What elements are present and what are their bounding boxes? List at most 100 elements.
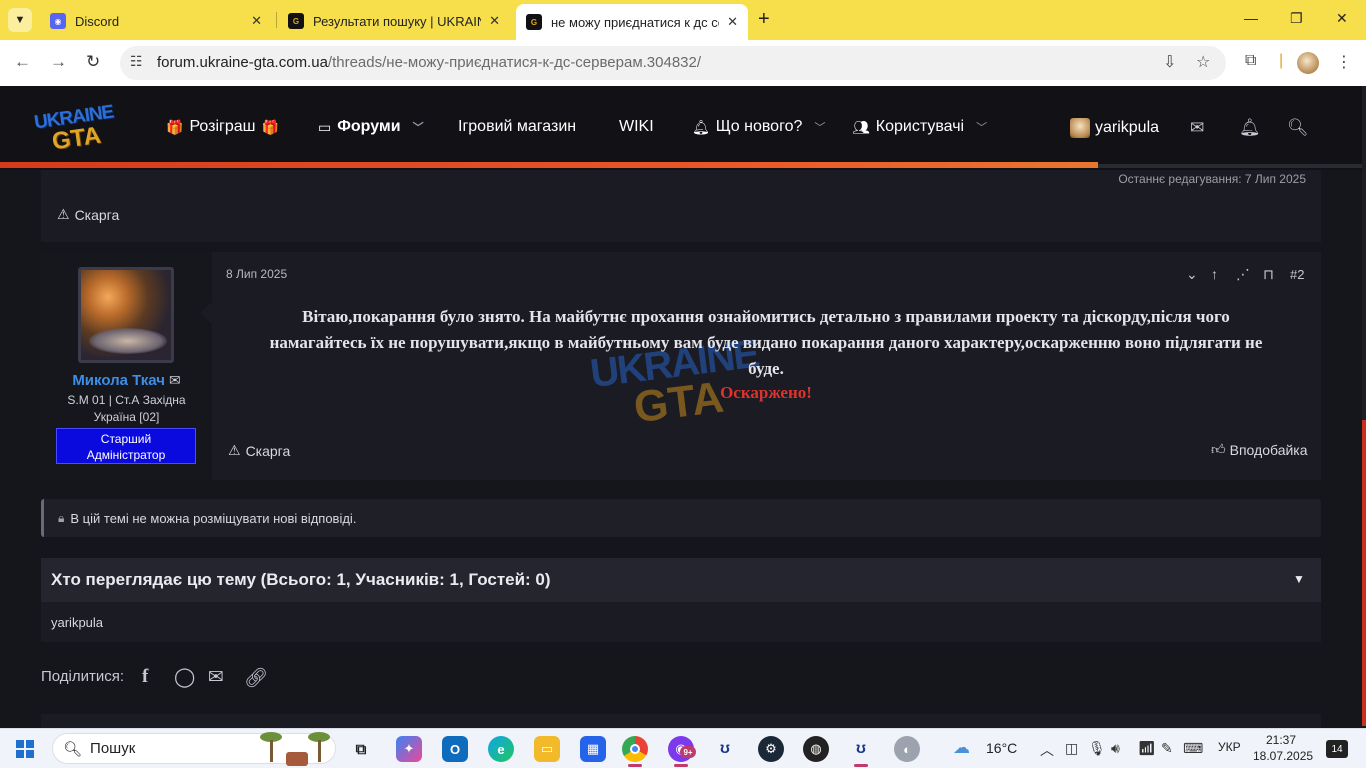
edge-icon[interactable]: e	[488, 736, 514, 762]
tab-discord[interactable]: ◉ Discord ✕	[40, 6, 272, 36]
tab-current-thread[interactable]: G не можу приєднатися к дс серверам ✕	[516, 4, 748, 40]
link-icon[interactable]: 🔗︎	[244, 666, 268, 690]
minimize-button[interactable]: —	[1244, 10, 1258, 26]
bookmark-star-icon[interactable]: ☆	[1196, 52, 1210, 72]
microphone-icon[interactable]: 🎙︎	[1088, 740, 1106, 757]
comment-icon: ▭	[318, 118, 332, 135]
keyboard-icon[interactable]: ⌨	[1183, 740, 1203, 757]
search-highlight-image	[256, 730, 336, 766]
chevron-down-icon[interactable]: ﹀	[413, 119, 424, 135]
reload-icon[interactable]: ↻	[86, 52, 100, 72]
author-name[interactable]: Микола Ткач ✉	[41, 372, 212, 389]
current-user-link[interactable]: yarikpula	[1070, 118, 1159, 138]
nav-whats-new[interactable]: 🔔︎ Що нового? ﹀	[692, 118, 825, 136]
volume-icon[interactable]: 🔊︎	[1111, 740, 1120, 757]
page-scrollbar-thumb[interactable]	[1362, 420, 1366, 726]
post-number[interactable]: #2	[1290, 267, 1304, 282]
microsoft-store-icon[interactable]: ▦	[580, 736, 606, 762]
input-language[interactable]: УКР	[1218, 740, 1241, 754]
close-icon[interactable]: ✕	[489, 13, 500, 29]
profile-avatar[interactable]	[1297, 52, 1319, 74]
envelope-icon[interactable]: ✉	[169, 372, 181, 388]
site-settings-icon[interactable]: ☷	[130, 53, 143, 70]
chrome-icon[interactable]	[622, 736, 648, 762]
restore-button[interactable]: ❐	[1290, 10, 1303, 27]
site-logo[interactable]: UKRAINE GTA	[33, 102, 118, 156]
toolbar-divider: |	[1279, 52, 1284, 69]
chrome-active-indicator	[628, 764, 642, 767]
chevron-up-icon[interactable]: ︿	[1040, 740, 1054, 760]
last-edited-text: Останнє редагування: 7 Лип 2025	[1118, 172, 1306, 186]
weather-cloud-icon[interactable]: ☁	[953, 738, 970, 758]
taskbar-clock[interactable]: 21:37 18.07.2025	[1253, 732, 1313, 764]
extensions-puzzle-icon[interactable]: ⧉	[1245, 52, 1256, 70]
notification-badge: 9+	[680, 746, 696, 758]
windows-start-icon[interactable]	[16, 740, 34, 758]
nav-wiki[interactable]: WIKI	[619, 118, 654, 136]
url-text[interactable]: forum.ukraine-gta.com.ua/threads/не-можу…	[157, 54, 701, 71]
viewer-username[interactable]: yarikpula	[51, 615, 103, 630]
camera-icon[interactable]: ◫	[1065, 740, 1078, 757]
facebook-icon[interactable]: f	[142, 666, 148, 688]
install-app-icon[interactable]: ⇩	[1163, 52, 1176, 72]
chevron-down-icon[interactable]: ﹀	[814, 119, 825, 135]
outlook-icon[interactable]: O	[442, 736, 468, 762]
alerts-bell-icon[interactable]: 🔔︎	[1239, 118, 1261, 138]
new-tab-button[interactable]: +	[758, 8, 770, 31]
nav-forums[interactable]: ▭ Форуми ﹀	[318, 118, 424, 136]
viewers-header[interactable]: Хто переглядає цю тему (Всього: 1, Учасн…	[41, 558, 1321, 602]
report-button[interactable]: ⚠ Скарга	[57, 206, 119, 223]
like-button[interactable]: 👍︎ Вподобайка	[1211, 441, 1308, 458]
search-icon: 🔍︎	[63, 740, 83, 758]
file-explorer-icon[interactable]: ▭	[534, 736, 560, 762]
search-icon[interactable]: 🔍︎	[1287, 118, 1309, 138]
nav-users[interactable]: 👥︎ Користувачі ﹀	[852, 118, 987, 136]
window-close-button[interactable]: ✕	[1336, 10, 1348, 27]
avatar-image-detail	[89, 328, 167, 354]
game-launcher-icon[interactable]: ʊ	[848, 736, 874, 762]
pen-icon[interactable]: ✎	[1161, 740, 1173, 757]
chevron-down-icon: ▼	[14, 14, 26, 26]
nav-shop[interactable]: Ігровий магазин	[458, 118, 576, 136]
forward-arrow-icon[interactable]: →	[50, 52, 67, 72]
weather-temp[interactable]: 16°C	[986, 740, 1017, 756]
copilot-icon[interactable]: ✦	[396, 736, 422, 762]
viewers-list: yarikpula	[41, 602, 1321, 642]
close-icon[interactable]: ✕	[251, 13, 262, 29]
steam-icon[interactable]: ⚙	[758, 736, 784, 762]
share-icon[interactable]: ⋰	[1236, 266, 1250, 283]
nav-giveaway[interactable]: 🎁 Розіграш 🎁	[166, 118, 279, 136]
author-avatar[interactable]	[78, 267, 174, 363]
browser-menu-icon[interactable]: ⋮	[1336, 52, 1352, 72]
post-message: Вітаю,покарання було знято. На майбутнє …	[269, 307, 1263, 378]
warning-icon: ⚠	[57, 206, 70, 222]
email-icon[interactable]: ✉	[208, 666, 224, 689]
arrow-up-icon[interactable]: ↑	[1211, 266, 1218, 282]
discord-active-indicator	[674, 764, 688, 767]
tab-search-results[interactable]: G Результати пошуку | UKRAINE GTA ✕	[278, 6, 510, 36]
app-icon[interactable]: ◐	[894, 736, 920, 762]
whatsapp-icon[interactable]: ◯	[174, 666, 195, 689]
inbox-envelope-icon[interactable]: ✉	[1190, 118, 1204, 138]
tab-search-button[interactable]: ▼	[8, 8, 32, 32]
task-view-icon[interactable]: ⧉	[348, 736, 374, 762]
thread-locked-notice: 🔒︎ В цій темі не можна розміщувати нові в…	[41, 499, 1321, 537]
network-icon[interactable]: 📶︎	[1138, 740, 1156, 757]
gift-icon: 🎁	[261, 118, 279, 135]
author-user-title: S.M 01 | Ст.А Західна Україна [02]	[67, 393, 186, 424]
header-accent-bar	[0, 162, 1098, 168]
discord-icon: ◉	[50, 13, 66, 29]
caret-down-icon[interactable]: ▼	[1293, 572, 1305, 586]
game-launcher-icon[interactable]: ʊ	[712, 736, 738, 762]
post-pointer-arrow	[200, 302, 212, 324]
bookmark-icon[interactable]: ⊓	[1263, 266, 1274, 283]
notification-center-icon[interactable]: 14	[1326, 740, 1348, 758]
back-arrow-icon[interactable]: ←	[14, 52, 31, 72]
gift-icon: 🎁	[166, 118, 184, 135]
close-icon[interactable]: ✕	[727, 14, 738, 30]
report-button[interactable]: ⚠ Скарга	[228, 442, 290, 459]
chevron-down-icon[interactable]: ﹀	[976, 119, 987, 135]
post-date[interactable]: 8 Лип 2025	[226, 267, 287, 281]
chevron-circle-icon[interactable]: ⌄	[1186, 266, 1198, 283]
obs-icon[interactable]: ◍	[803, 736, 829, 762]
